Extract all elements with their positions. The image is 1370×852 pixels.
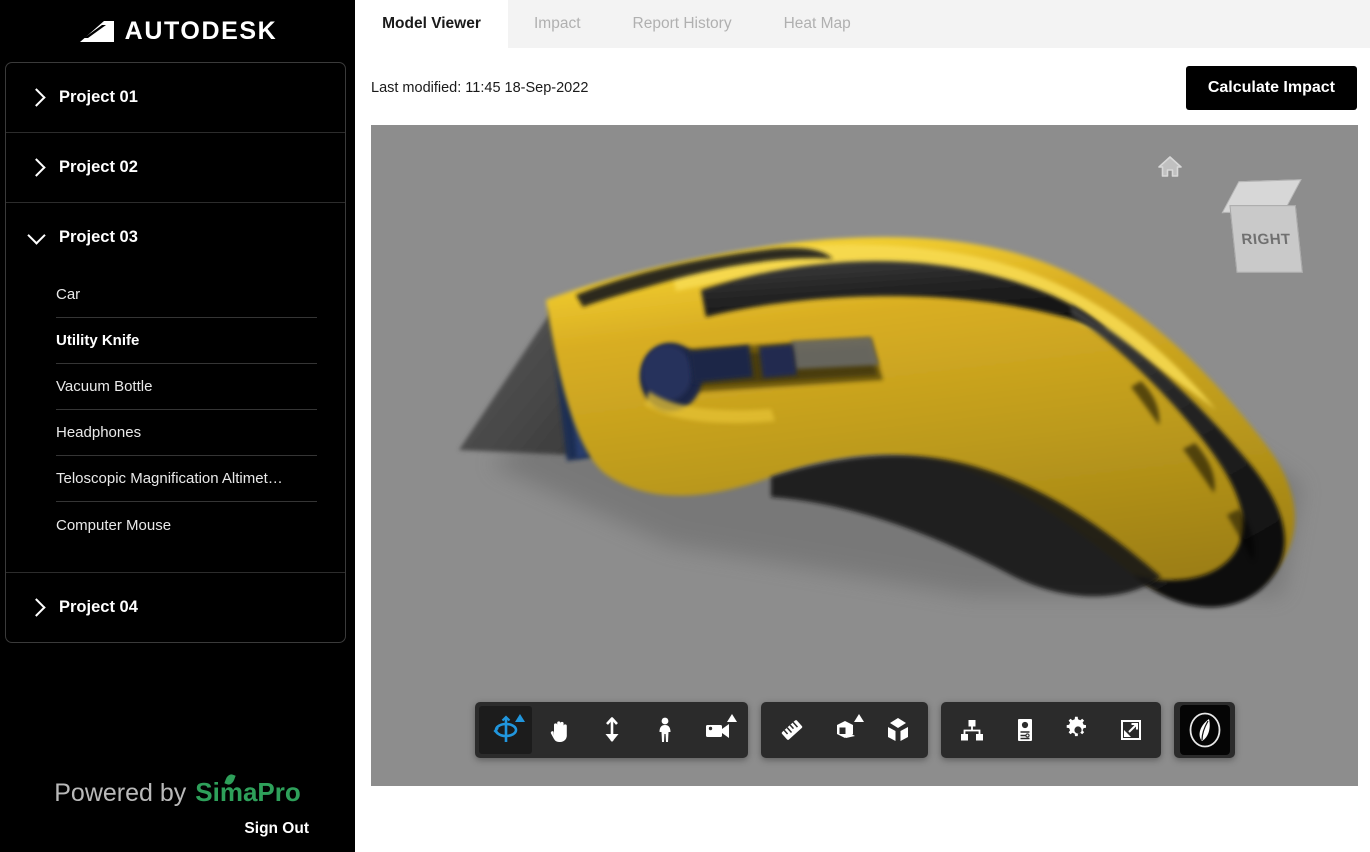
- toolbar-group-navigation: [475, 702, 748, 758]
- simapro-leaf-icon: [1189, 712, 1220, 748]
- brand-header: AUTODESK: [0, 0, 355, 62]
- tab-bar: Model Viewer Impact Report History Heat …: [355, 0, 1370, 48]
- chevron-right-icon: [27, 598, 46, 617]
- toolbar-group-panels: [941, 702, 1161, 758]
- section-box-button[interactable]: [818, 706, 871, 754]
- project-children: Car Utility Knife Vacuum Bottle Headphon…: [6, 272, 345, 572]
- project-group: Project 03 Car Utility Knife Vacuum Bott…: [6, 203, 345, 573]
- utility-knife-model: [459, 237, 1301, 608]
- project-list: Project 01 Project 02 Project 03 Car Uti: [5, 62, 346, 643]
- autodesk-logo-icon: [79, 20, 114, 42]
- main-content: Last modified: 11:45 18-Sep-2022 Calcula…: [355, 48, 1370, 852]
- pan-hand-icon: [550, 721, 567, 742]
- model-item-vacuum-bottle[interactable]: Vacuum Bottle: [56, 364, 317, 410]
- simapro-leaf-button-face[interactable]: [1179, 705, 1230, 755]
- project-title: Project 04: [59, 598, 138, 616]
- viewer-toolbar: [475, 702, 1235, 758]
- camera-menu-indicator-icon[interactable]: [727, 714, 737, 722]
- chevron-down-icon: [27, 225, 46, 245]
- explode-cube-icon: [887, 718, 908, 741]
- model-tree-icon: [960, 720, 983, 741]
- brand-name: AUTODESK: [124, 16, 278, 45]
- model-item-computer-mouse[interactable]: Computer Mouse: [56, 502, 317, 548]
- settings-gear-icon: [1066, 716, 1086, 737]
- fullscreen-icon: [1120, 720, 1141, 740]
- project-header-04[interactable]: Project 04: [6, 573, 345, 642]
- model-item-utility-knife[interactable]: Utility Knife: [56, 318, 317, 364]
- calculate-impact-button[interactable]: Calculate Impact: [1185, 66, 1357, 110]
- settings-button[interactable]: [1051, 706, 1104, 754]
- model-viewer-canvas[interactable]: RIGHT: [371, 125, 1358, 786]
- measure-ruler-icon: [781, 720, 802, 740]
- zoom-button[interactable]: [585, 706, 638, 754]
- walk-button[interactable]: [638, 706, 691, 754]
- sign-out-row: Sign Out: [0, 820, 355, 852]
- application-window: AUTODESK Project 01 Project 02 Project 0…: [0, 0, 1370, 852]
- project-group: Project 01: [6, 63, 345, 133]
- simapro-wordmark: SimaPro: [195, 777, 301, 807]
- tab-model-viewer[interactable]: Model Viewer: [355, 0, 508, 48]
- project-header-02[interactable]: Project 02: [6, 133, 345, 202]
- pan-button[interactable]: [532, 706, 585, 754]
- powered-by-label: Powered by: [54, 779, 187, 807]
- tab-report-history[interactable]: Report History: [607, 0, 758, 48]
- project-title: Project 02: [59, 158, 138, 176]
- last-modified-label: Last modified: 11:45 18-Sep-2022: [371, 80, 589, 96]
- tab-impact[interactable]: Impact: [508, 0, 607, 48]
- project-header-03[interactable]: Project 03: [6, 203, 345, 272]
- model-item-car[interactable]: Car: [56, 272, 317, 318]
- walk-person-icon: [659, 717, 670, 742]
- sign-out-button[interactable]: Sign Out: [244, 820, 309, 838]
- toolbar-group-tools: [761, 702, 928, 758]
- project-title: Project 01: [59, 88, 138, 106]
- project-group: Project 04: [6, 573, 345, 642]
- project-header-01[interactable]: Project 01: [6, 63, 345, 132]
- properties-panel-icon: [1017, 719, 1032, 741]
- explode-button[interactable]: [871, 706, 924, 754]
- camera-button[interactable]: [691, 706, 744, 754]
- project-group: Project 02: [6, 133, 345, 203]
- section-box-menu-indicator-icon[interactable]: [854, 714, 864, 722]
- powered-by-simapro: Powered by SimaPro: [0, 772, 355, 820]
- model-item-teloscopic-magnification-altimeter[interactable]: Teloscopic Magnification Altimet…: [56, 456, 317, 502]
- measure-button[interactable]: [765, 706, 818, 754]
- meta-row: Last modified: 11:45 18-Sep-2022 Calcula…: [371, 66, 1357, 110]
- sidebar: AUTODESK Project 01 Project 02 Project 0…: [0, 0, 355, 852]
- model-tree-button[interactable]: [945, 706, 998, 754]
- model-item-headphones[interactable]: Headphones: [56, 410, 317, 456]
- orbit-button[interactable]: [479, 706, 532, 754]
- toolbar-group-extension: [1174, 702, 1235, 758]
- tab-heat-map[interactable]: Heat Map: [758, 0, 877, 48]
- chevron-right-icon: [27, 158, 46, 177]
- fullscreen-button[interactable]: [1104, 706, 1157, 754]
- orbit-menu-indicator-icon[interactable]: [515, 714, 525, 722]
- simapro-extension-button[interactable]: [1178, 705, 1231, 755]
- properties-panel-button[interactable]: [998, 706, 1051, 754]
- zoom-arrows-icon: [605, 717, 618, 742]
- chevron-right-icon: [27, 88, 46, 107]
- project-title: Project 03: [59, 228, 138, 246]
- simapro-logo: SimaPro: [195, 772, 301, 808]
